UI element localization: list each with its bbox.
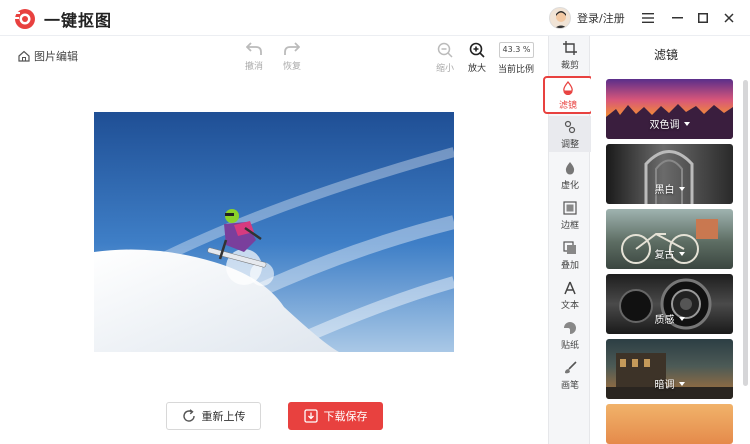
redo-button[interactable]: 恢复	[283, 42, 301, 72]
filter-label: 双色调	[606, 116, 733, 131]
home-icon	[18, 50, 30, 62]
filter-card-more[interactable]	[606, 404, 733, 444]
filter-label: 暗调	[606, 376, 733, 391]
panel-title: 滤镜	[653, 48, 678, 62]
rail-item-frame[interactable]: 边框	[549, 200, 591, 231]
rail-item-text[interactable]: 文本	[549, 280, 591, 311]
avatar	[549, 7, 571, 29]
tool-rail: 裁剪 滤镜 调整 虚化 边框 叠加 文本 贴纸 画笔	[543, 36, 593, 444]
reupload-label: 重新上传	[201, 410, 246, 423]
rail-item-label: 贴纸	[560, 341, 579, 351]
filter-label: 黑白	[606, 181, 733, 196]
filter-card-texture[interactable]: 质感	[606, 274, 733, 334]
redo-icon	[284, 42, 300, 55]
frame-icon	[563, 201, 577, 215]
maximize-icon	[698, 13, 708, 23]
rail-item-sticker[interactable]: 贴纸	[549, 320, 591, 351]
refresh-icon	[182, 409, 195, 422]
title-bar: 一键抠图 登录/注册	[0, 0, 750, 36]
rail-item-label: 滤镜	[558, 100, 577, 111]
download-icon	[303, 409, 318, 423]
menu-button[interactable]	[638, 8, 658, 28]
minimize-button[interactable]	[667, 8, 687, 28]
menu-icon	[642, 13, 654, 23]
undo-button[interactable]: 撤消	[245, 42, 263, 72]
panel-scrollbar[interactable]	[743, 80, 748, 386]
zoom-out-icon	[437, 42, 453, 58]
image-canvas[interactable]	[94, 112, 454, 352]
rail-item-adjust[interactable]: 调整	[549, 116, 591, 152]
maximize-button[interactable]	[693, 8, 713, 28]
login-label: 登录/注册	[577, 12, 625, 25]
breadcrumb-label: 图片编辑	[34, 50, 78, 63]
ratio-label: 当前比例	[498, 65, 535, 75]
text-icon	[564, 281, 576, 295]
overlay-icon	[563, 241, 576, 254]
filter-drop-icon	[563, 80, 573, 95]
rail-item-label: 边框	[560, 221, 579, 231]
rail-item-label: 画笔	[560, 381, 579, 391]
zoom-out-label: 缩小	[436, 64, 455, 74]
rail-item-label: 叠加	[560, 261, 579, 271]
close-icon	[724, 13, 734, 23]
rail-item-blur[interactable]: 虚化	[549, 160, 591, 191]
work-area: 图片编辑 撤消 恢复 缩小 放大 43.3 % 当前比例 重新上传 下载保存	[0, 36, 548, 444]
app-logo-icon	[14, 9, 35, 29]
rail-item-crop[interactable]: 裁剪	[549, 40, 591, 71]
rail-item-label: 调整	[560, 139, 579, 150]
zoom-value-box[interactable]: 43.3 %	[499, 42, 534, 58]
minimize-icon	[671, 17, 683, 19]
download-label: 下载保存	[323, 410, 368, 423]
crop-icon	[563, 41, 577, 55]
reupload-button[interactable]: 重新上传	[166, 402, 261, 430]
zoom-in-button[interactable]: 放大	[468, 42, 486, 74]
zoom-out-button[interactable]: 缩小	[436, 42, 454, 74]
filter-card-bw[interactable]: 黑白	[606, 144, 733, 204]
zoom-in-label: 放大	[468, 64, 487, 74]
zoom-in-icon	[469, 42, 485, 58]
rail-item-filter[interactable]: 滤镜	[543, 76, 593, 114]
redo-label: 恢复	[283, 62, 302, 72]
rail-item-label: 裁剪	[560, 61, 579, 71]
undo-label: 撤消	[245, 62, 264, 72]
rail-item-label: 文本	[560, 301, 579, 311]
skier-photo	[94, 112, 454, 352]
brush-icon	[565, 361, 577, 374]
download-button[interactable]: 下载保存	[288, 402, 383, 430]
rail-item-overlay[interactable]: 叠加	[549, 240, 591, 271]
filter-card-retro[interactable]: 复古	[606, 209, 733, 269]
undo-icon	[246, 42, 262, 55]
filter-card-duotone[interactable]: 双色调	[606, 79, 733, 139]
login-button[interactable]: 登录/注册	[549, 7, 625, 29]
close-button[interactable]	[719, 8, 739, 28]
filter-label: 质感	[606, 311, 733, 326]
adjust-icon	[564, 120, 576, 133]
rail-item-brush[interactable]: 画笔	[549, 360, 591, 391]
filter-card-dark[interactable]: 暗调	[606, 339, 733, 399]
sticker-icon	[564, 322, 576, 334]
blur-drop-icon	[565, 162, 575, 175]
app-title: 一键抠图	[44, 11, 113, 30]
filter-panel: 滤镜 双色调 黑白 复古 质感 暗调	[591, 36, 750, 444]
filter-label: 复古	[606, 246, 733, 261]
rail-item-label: 虚化	[560, 181, 579, 191]
breadcrumb[interactable]: 图片编辑	[18, 48, 78, 64]
